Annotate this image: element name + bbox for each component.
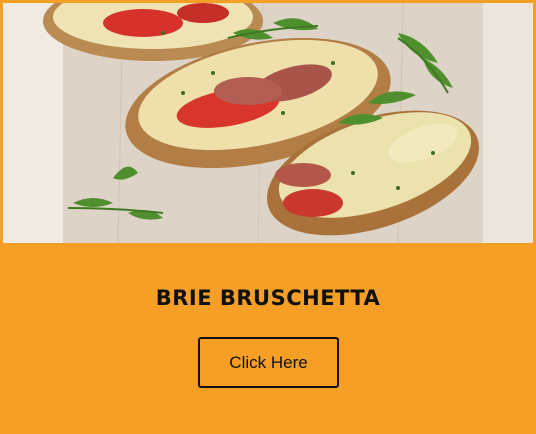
bruschetta-photo-illustration bbox=[3, 3, 533, 243]
recipe-title: BRIE BRUSCHETTA bbox=[155, 286, 381, 310]
click-here-button[interactable]: Click Here bbox=[198, 337, 339, 388]
recipe-photo bbox=[3, 3, 533, 243]
recipe-card: BRIE BRUSCHETTA Click Here bbox=[0, 0, 536, 434]
